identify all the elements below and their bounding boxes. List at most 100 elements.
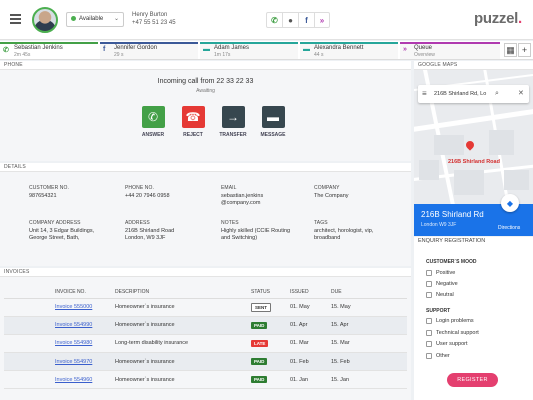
- invoice-issued: 01. Jan: [290, 370, 331, 390]
- directions-link[interactable]: Directions: [498, 225, 520, 231]
- forward-icon[interactable]: »: [315, 13, 329, 27]
- row-spacer: [4, 352, 55, 372]
- invoice-due: 15. May: [331, 298, 407, 317]
- session-tabs: ▦ + ✆ Sebastian Jenkins 2m 45s f Jennifer Go…: [0, 41, 533, 60]
- checkbox-icon[interactable]: [426, 292, 432, 298]
- map-view[interactable]: ≡ 216B Shirland Rd, Lo ⌕ ✕ 216B Shirland…: [414, 70, 533, 204]
- support-section-header: SUPPORT: [426, 308, 451, 314]
- menu-icon[interactable]: ≡: [422, 85, 427, 103]
- transfer-icon[interactable]: →: [221, 106, 245, 128]
- invoices-table: INVOICE NO. DESCRIPTION STATUS ISSUED DUE In…: [4, 286, 407, 390]
- tab-name: Sebastian Jenkins: [14, 45, 63, 51]
- support-checkbox[interactable]: User support: [426, 341, 468, 347]
- forward-icon: »: [403, 46, 407, 53]
- phone-icon[interactable]: ✆: [141, 106, 165, 128]
- invoice-description: Homeowner`s insurance: [115, 352, 251, 372]
- invoices-header: INVOICES: [0, 268, 411, 277]
- puzzel-logo: puzzel.: [474, 10, 522, 27]
- directions-icon[interactable]: ◆: [501, 194, 519, 212]
- invoice-link[interactable]: Invoice 554960: [55, 377, 92, 383]
- details-header: DETAILS: [0, 163, 411, 172]
- invoice-description: Homeowner`s insurance: [115, 298, 251, 317]
- status-badge: LATE: [251, 339, 269, 347]
- invoice-due: 15. Jan: [331, 370, 407, 390]
- mood-checkbox[interactable]: Negative: [426, 281, 458, 287]
- row-spacer: [4, 370, 55, 390]
- facebook-icon[interactable]: f: [299, 13, 315, 27]
- checkbox-icon[interactable]: [426, 281, 432, 287]
- menu-icon[interactable]: [10, 14, 21, 24]
- invoice-link[interactable]: Invoice 555000: [55, 304, 92, 310]
- invoice-description: Homeowner`s insurance: [115, 370, 251, 390]
- table-row[interactable]: Invoice 554960 Homeowner`s insurance PAID 0…: [4, 370, 407, 390]
- map-search-input[interactable]: ≡ 216B Shirland Rd, Lo ⌕ ✕: [418, 85, 529, 103]
- checkbox-icon[interactable]: [426, 341, 432, 347]
- table-row[interactable]: Invoice 554980 Long-term disability insur…: [4, 334, 407, 354]
- checkbox-label: Negative: [436, 281, 458, 287]
- grid-view-icon[interactable]: ▦: [504, 43, 517, 57]
- checkbox-label: Technical support: [436, 330, 479, 336]
- mood-checkbox[interactable]: Neutral: [426, 292, 454, 298]
- message-button[interactable]: ▬ MESSAGE: [253, 106, 293, 138]
- phone-panel: PHONE Incoming call from 22 33 22 33 Awa…: [0, 61, 411, 161]
- enquiry-panel: ENQUIRY REGISTRATION CUSTOMER`S MOOD SUP…: [414, 237, 533, 400]
- checkbox-icon[interactable]: [426, 270, 432, 276]
- facebook-icon: f: [103, 46, 106, 53]
- register-button[interactable]: REGISTER: [447, 373, 498, 387]
- support-checkbox[interactable]: Other: [426, 353, 450, 359]
- search-icon[interactable]: ⌕: [495, 85, 499, 103]
- tab-2[interactable]: ▬ Adam James 1m 17s: [200, 42, 298, 59]
- checkbox-icon[interactable]: [426, 330, 432, 336]
- invoice-link[interactable]: Invoice 554980: [55, 340, 92, 346]
- checkbox-label: User support: [436, 341, 468, 347]
- table-row[interactable]: Invoice 554990 Homeowner`s insurance PAID 0…: [4, 316, 407, 335]
- invoice-link[interactable]: Invoice 554970: [55, 359, 92, 365]
- invoice-description: Homeowner`s insurance: [115, 316, 251, 335]
- avatar[interactable]: [32, 7, 58, 33]
- message-icon[interactable]: ▬: [261, 106, 285, 128]
- transfer-button[interactable]: → TRANSFER: [213, 106, 253, 138]
- channel-toolbar: ✆ ● f»: [266, 12, 330, 28]
- top-bar: Available ⌄ Henry Burton +47 55 51 23 45…: [0, 0, 533, 40]
- close-icon[interactable]: ✕: [518, 85, 524, 103]
- support-checkbox[interactable]: Technical support: [426, 330, 479, 336]
- phone-icon[interactable]: ✆: [267, 13, 283, 27]
- invoice-issued: 01. Apr: [290, 316, 331, 335]
- support-checkbox[interactable]: Login problems: [426, 318, 474, 324]
- tab-0[interactable]: ✆ Sebastian Jenkins 2m 45s: [0, 42, 98, 59]
- invoice-link[interactable]: Invoice 554990: [55, 322, 92, 328]
- tab-name: Jennifer Gordon: [114, 45, 158, 51]
- hangup-icon[interactable]: ☎: [181, 106, 205, 128]
- checkbox-label: Login problems: [436, 318, 474, 324]
- person-icon[interactable]: ●: [283, 13, 299, 27]
- chevron-down-icon: ⌄: [113, 16, 119, 22]
- status-dropdown[interactable]: Available ⌄: [66, 12, 124, 27]
- tab-4[interactable]: » Queue Overview: [400, 42, 500, 59]
- table-header-row: INVOICE NO. DESCRIPTION STATUS ISSUED DUE: [4, 286, 407, 299]
- tab-duration: 2m 45s: [14, 52, 31, 58]
- checkbox-icon[interactable]: [426, 318, 432, 324]
- checkbox-icon[interactable]: [426, 353, 432, 359]
- invoice-due: 15. Mar: [331, 334, 407, 354]
- map-place-card[interactable]: 216B Shirland Rd London W9 3JF ◆ Directi…: [414, 194, 533, 236]
- answer-button[interactable]: ✆ ANSWER: [133, 106, 173, 138]
- action-label: MESSAGE: [260, 132, 286, 138]
- agent-name: Henry Burton: [132, 12, 168, 18]
- reject-button[interactable]: ☎ REJECT: [173, 106, 213, 138]
- action-label: REJECT: [183, 132, 203, 138]
- tab-1[interactable]: f Jennifer Gordon 29 s: [100, 42, 198, 59]
- add-tab-icon[interactable]: +: [518, 43, 531, 57]
- action-label: ANSWER: [141, 132, 165, 138]
- column-header: ISSUED: [290, 286, 331, 299]
- invoice-due: 15. Feb: [331, 352, 407, 372]
- table-row[interactable]: Invoice 554970 Homeowner`s insurance PAID 0…: [4, 352, 407, 372]
- company-address: COMPANY ADDRESS Unit 14, 3 Edgar Building…: [29, 220, 95, 241]
- mood-checkbox[interactable]: Positive: [426, 270, 455, 276]
- column-header: DESCRIPTION: [115, 286, 251, 299]
- status-label: Available: [79, 16, 104, 22]
- tab-3[interactable]: ▬ Alexandra Bennett 44 s: [300, 42, 398, 59]
- checkbox-label: Other: [436, 353, 450, 359]
- table-row[interactable]: Invoice 555000 Homeowner`s insurance SENT 0…: [4, 298, 407, 317]
- tab-duration: 29 s: [114, 52, 124, 58]
- tab-name: Alexandra Bennett: [314, 45, 364, 51]
